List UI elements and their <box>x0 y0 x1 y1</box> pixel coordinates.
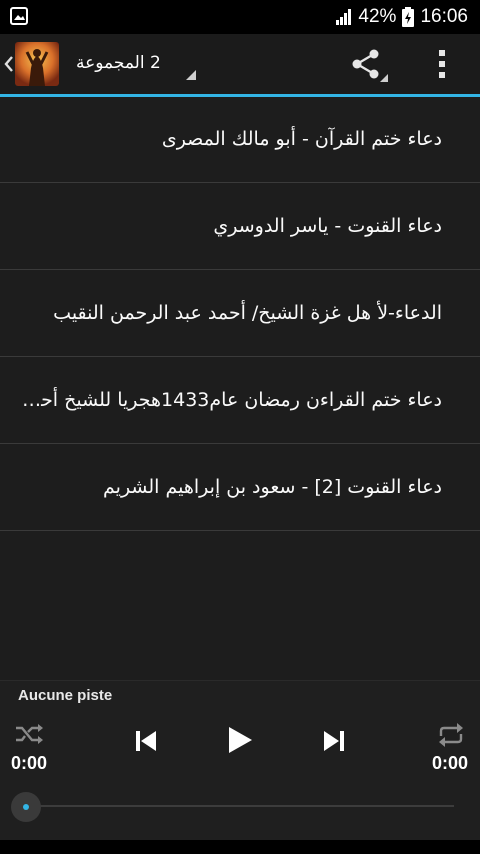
overflow-menu-button[interactable] <box>428 46 456 82</box>
list-item-label: دعاء القنوت [2] - سعود بن إبراهيم الشريم <box>103 476 442 498</box>
next-icon[interactable] <box>322 729 346 753</box>
seek-bar[interactable] <box>26 805 454 807</box>
list-item[interactable]: دعاء ختم القراءن رمضان عام1433هجريا للشي… <box>0 357 480 444</box>
total-time: 0:00 <box>431 753 468 773</box>
share-submenu-indicator-icon <box>380 74 388 82</box>
seek-thumb[interactable] <box>11 792 41 822</box>
list-item[interactable]: دعاء ختم القرآن - أبو مالك المصرى <box>0 96 480 183</box>
list-item-label: دعاء ختم القرآن - أبو مالك المصرى <box>161 128 442 150</box>
media-player: Aucune piste 0:00 0:00 <box>0 680 480 841</box>
list-item-label: دعاء القنوت - ياسر الدوسري <box>213 215 442 237</box>
clock: 16:06 <box>420 6 468 27</box>
signal-icon <box>336 9 352 25</box>
group-spinner[interactable]: 2 المجموعة <box>76 48 200 82</box>
list-item-label: الدعاء-لأ هل غزة الشيخ/ أحمد عبد الرحمن … <box>53 302 442 324</box>
navigation-bar <box>0 840 480 854</box>
previous-icon[interactable] <box>134 729 158 753</box>
battery-icon <box>402 7 415 27</box>
list-item-label: دعاء ختم القراءن رمضان عام1433هجريا للشي… <box>20 389 442 411</box>
track-list: دعاء ختم القرآن - أبو مالك المصرى دعاء ا… <box>0 96 480 531</box>
page-title: 2 المجموعة <box>76 53 161 73</box>
track-name: Aucune piste <box>18 687 113 704</box>
play-icon[interactable] <box>226 725 254 755</box>
repeat-icon[interactable] <box>436 723 466 747</box>
gallery-notification-icon <box>10 7 28 25</box>
app-logo[interactable] <box>15 42 59 86</box>
status-bar: 42% 16:06 <box>0 0 480 34</box>
action-bar: 2 المجموعة <box>0 34 480 97</box>
dot <box>439 61 445 67</box>
list-item[interactable]: الدعاء-لأ هل غزة الشيخ/ أحمد عبد الرحمن … <box>0 270 480 357</box>
dot <box>439 72 445 78</box>
list-item[interactable]: دعاء القنوت [2] - سعود بن إبراهيم الشريم <box>0 444 480 531</box>
spinner-indicator-icon <box>186 70 196 80</box>
shuffle-icon[interactable] <box>14 723 44 745</box>
battery-percent: 42% <box>358 6 397 27</box>
share-button[interactable] <box>344 44 392 84</box>
elapsed-time: 0:00 <box>11 753 48 773</box>
chevron-left-icon[interactable] <box>3 54 15 74</box>
dot <box>439 50 445 56</box>
list-item[interactable]: دعاء القنوت - ياسر الدوسري <box>0 183 480 270</box>
share-icon <box>352 49 379 79</box>
